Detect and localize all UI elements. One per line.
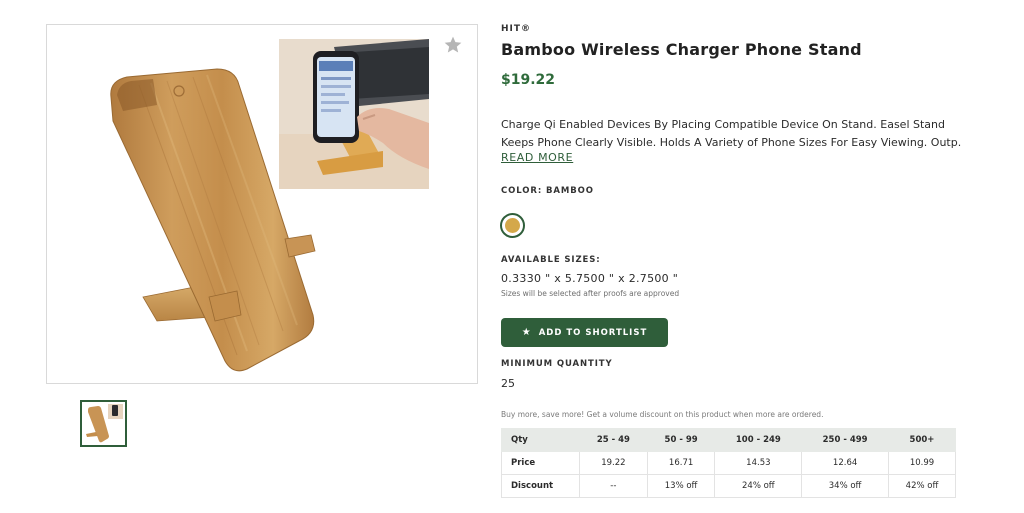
table-cell: 34% off — [801, 474, 889, 498]
table-cell: 13% off — [646, 474, 716, 498]
table-cell: 10.99 — [887, 451, 957, 475]
add-to-shortlist-button[interactable]: ★ ADD TO SHORTLIST — [501, 318, 668, 347]
add-to-shortlist-label: ADD TO SHORTLIST — [538, 327, 648, 338]
minimum-quantity-value: 25 — [501, 377, 515, 390]
table-header-cell: 250 - 499 — [801, 428, 889, 452]
color-label: COLOR: BAMBOO — [501, 186, 594, 196]
table-cell: Price — [501, 451, 580, 475]
volume-discount-note: Buy more, save more! Get a volume discou… — [501, 410, 824, 419]
product-price: $19.22 — [501, 72, 556, 88]
available-sizes-label: AVAILABLE SIZES: — [501, 255, 601, 265]
table-header-cell: 500+ — [887, 428, 957, 452]
table-header-row: Qty 25 - 49 50 - 99 100 - 249 250 - 499 … — [501, 428, 957, 452]
volume-pricing-table: Qty 25 - 49 50 - 99 100 - 249 250 - 499 … — [501, 428, 957, 498]
table-header-cell: Qty — [501, 428, 580, 452]
description-line-1: Charge Qi Enabled Devices By Placing Com… — [501, 118, 945, 131]
table-cell: 42% off — [887, 474, 957, 498]
gallery-thumbnail[interactable] — [80, 400, 127, 447]
table-cell: 14.53 — [714, 451, 803, 475]
table-row-price: Price 19.22 16.71 14.53 12.64 10.99 — [501, 451, 957, 475]
color-swatch-bamboo[interactable] — [500, 213, 525, 238]
favorite-star-icon[interactable] — [443, 35, 463, 55]
size-value: 0.3330 " x 5.7500 " x 2.7500 " — [501, 272, 679, 285]
brand-name: HIT® — [501, 24, 532, 34]
product-title: Bamboo Wireless Charger Phone Stand — [501, 40, 862, 59]
minimum-quantity-label: MINIMUM QUANTITY — [501, 359, 613, 369]
main-product-image[interactable] — [46, 24, 478, 384]
star-icon: ★ — [521, 327, 532, 338]
table-header-cell: 50 - 99 — [646, 428, 716, 452]
size-note: Sizes will be selected after proofs are … — [501, 289, 680, 298]
table-header-cell: 100 - 249 — [714, 428, 803, 452]
table-row-discount: Discount -- 13% off 24% off 34% off 42% … — [501, 474, 957, 498]
table-cell: -- — [579, 474, 648, 498]
lifestyle-illustration — [279, 39, 429, 189]
lifestyle-inset-image[interactable] — [279, 39, 429, 189]
table-cell: 12.64 — [801, 451, 889, 475]
table-cell: 16.71 — [646, 451, 716, 475]
product-description: Charge Qi Enabled Devices By Placing Com… — [501, 116, 961, 152]
thumbnail-illustration — [82, 402, 125, 445]
table-cell: Discount — [501, 474, 580, 498]
table-header-cell: 25 - 49 — [579, 428, 648, 452]
read-more-link[interactable]: READ MORE — [501, 151, 573, 164]
description-line-2: Keeps Phone Clearly Visible. Holds A Var… — [501, 136, 961, 149]
table-cell: 24% off — [714, 474, 803, 498]
table-cell: 19.22 — [579, 451, 648, 475]
color-swatch-fill — [505, 218, 520, 233]
